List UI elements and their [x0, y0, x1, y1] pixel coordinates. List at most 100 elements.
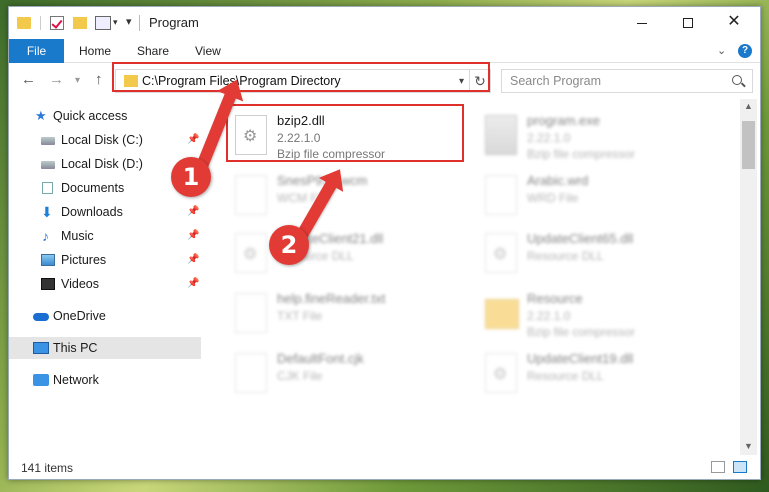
file-name: DefaultFont.cjk [277, 351, 364, 366]
help-icon[interactable]: ? [738, 44, 752, 58]
dll-file-icon [485, 353, 517, 393]
maximize-icon [683, 18, 693, 29]
file-name: UpdateClient19.dll [527, 351, 634, 366]
window-title: Program [149, 15, 199, 30]
disk-icon [41, 161, 55, 169]
file-type: CJK File [277, 369, 323, 383]
pin-icon[interactable]: 📌 [187, 201, 199, 223]
search-icon[interactable] [732, 75, 742, 85]
sidebar-item-onedrive[interactable]: OneDrive [9, 305, 201, 327]
file-item-defaultfont-cjk[interactable]: DefaultFont.cjk CJK File [231, 345, 481, 401]
pin-icon[interactable]: 📌 [187, 225, 199, 247]
minimize-button[interactable] [619, 7, 665, 37]
file-item-updateclient65-dll[interactable]: UpdateClient65.dll Resource DLL [481, 225, 731, 281]
tab-share[interactable]: Share [125, 39, 181, 63]
sidebar-item-downloads[interactable]: ⬇ Downloads 📌 [9, 201, 201, 223]
vertical-scrollbar[interactable]: ▲ ▼ [740, 99, 757, 455]
disk-icon [41, 137, 55, 145]
download-icon: ⬇ [41, 204, 53, 220]
sidebar-item-pictures[interactable]: Pictures 📌 [9, 249, 201, 271]
title-separator [139, 15, 140, 31]
sidebar-item-label: Pictures [61, 253, 107, 267]
documents-icon [42, 182, 53, 194]
dll-file-icon [235, 233, 267, 273]
close-button[interactable]: ✕ [711, 7, 757, 37]
properties-check-icon[interactable] [50, 16, 64, 30]
file-item-resource-folder[interactable]: Resource 2.22.1.0 Bzip file compressor [481, 285, 731, 341]
chevron-down-icon[interactable]: ▾ [113, 17, 118, 28]
back-arrow-icon[interactable]: ← [21, 71, 36, 88]
pin-icon[interactable]: 📌 [187, 129, 199, 151]
exe-file-icon [485, 115, 517, 155]
forward-arrow-icon[interactable]: → [49, 71, 64, 88]
up-arrow-icon[interactable]: ↑ [95, 71, 103, 88]
file-description: Bzip file compressor [527, 147, 636, 161]
sidebar-item-network[interactable]: Network [9, 369, 201, 391]
recent-locations-icon[interactable]: ▾ [75, 75, 80, 86]
sidebar-item-label: OneDrive [53, 309, 106, 323]
new-folder-icon[interactable] [73, 17, 87, 29]
sidebar-item-label: Local Disk (C:) [61, 133, 143, 147]
close-icon: ✕ [727, 13, 741, 30]
file-icon [485, 175, 517, 215]
text-file-icon [235, 293, 267, 333]
step-badge-2: 2 [269, 225, 309, 265]
pin-icon[interactable]: 📌 [187, 249, 199, 271]
sidebar-item-videos[interactable]: Videos 📌 [9, 273, 201, 295]
sidebar-item-this-pc[interactable]: This PC [9, 337, 201, 359]
file-type: Resource DLL [527, 369, 604, 383]
tab-file[interactable]: File [9, 39, 64, 63]
sidebar-item-label: Network [53, 373, 99, 387]
minimize-icon [637, 22, 647, 24]
file-description: Bzip file compressor [527, 325, 636, 339]
tab-view[interactable]: View [183, 39, 233, 63]
expand-ribbon-icon[interactable]: ⌄ [717, 44, 726, 57]
network-icon [33, 374, 49, 386]
file-item-updateclient19-dll[interactable]: UpdateClient19.dll Resource DLL [481, 345, 731, 401]
view-options-icon[interactable] [95, 16, 111, 30]
file-version: 2.22.1.0 [527, 309, 571, 323]
sidebar-item-label: Music [61, 229, 94, 243]
file-name: UpdateClient65.dll [527, 231, 634, 246]
maximize-button[interactable] [665, 7, 711, 37]
pc-icon [33, 342, 49, 354]
file-icon [235, 353, 267, 393]
step-badge-1: 1 [171, 157, 211, 197]
videos-icon [41, 278, 55, 290]
file-item-program-exe[interactable]: program.exe 2.22.1.0 Bzip file compresso… [481, 107, 731, 163]
music-icon: ♪ [42, 228, 49, 244]
details-view-icon[interactable] [711, 461, 725, 473]
file-type: TXT File [277, 309, 323, 323]
status-bar: 141 items [9, 457, 760, 479]
search-input[interactable] [502, 70, 722, 92]
onedrive-icon [33, 313, 49, 321]
sidebar-item-label: Videos [61, 277, 99, 291]
toolbar-separator [40, 16, 41, 30]
file-name: program.exe [527, 113, 600, 128]
item-count: 141 items [21, 461, 74, 475]
dll-file-icon [485, 233, 517, 273]
navigation-pane: ★ Quick access Local Disk (C:) 📌 Local D… [9, 99, 205, 455]
sidebar-item-label: Local Disk (D:) [61, 157, 143, 171]
file-item-snesp912-wcm[interactable]: SnesP912.wcm WCM File [231, 167, 481, 223]
file-item-help-txt[interactable]: help.fineReader.txt TXT File [231, 285, 481, 341]
tiles-view-icon[interactable] [733, 461, 747, 473]
title-bar: ▾ ▾ Program ✕ [9, 7, 760, 39]
file-item-updateclient21-dll[interactable]: UpdateClient21.dll Resource DLL [231, 225, 481, 281]
customize-toolbar-icon[interactable]: ▾ [126, 15, 132, 28]
sidebar-item-label: Documents [61, 181, 125, 195]
scroll-up-icon[interactable]: ▲ [744, 101, 753, 111]
file-item-arabic-wrd[interactable]: Arabic.wrd WRD File [481, 167, 731, 223]
search-box[interactable] [501, 69, 753, 93]
scroll-down-icon[interactable]: ▼ [744, 441, 753, 451]
file-name: Arabic.wrd [527, 173, 589, 188]
file-icon [235, 175, 267, 215]
scroll-thumb[interactable] [742, 121, 755, 169]
sidebar-item-music[interactable]: ♪ Music 📌 [9, 225, 201, 247]
tab-home[interactable]: Home [67, 39, 123, 63]
file-version: 2.22.1.0 [527, 131, 571, 145]
pin-icon[interactable]: 📌 [187, 273, 199, 295]
sidebar-item-local-disk-c[interactable]: Local Disk (C:) 📌 [9, 129, 201, 151]
sidebar-item-label: This PC [53, 341, 98, 355]
sidebar-item-quick-access[interactable]: ★ Quick access [9, 105, 201, 127]
